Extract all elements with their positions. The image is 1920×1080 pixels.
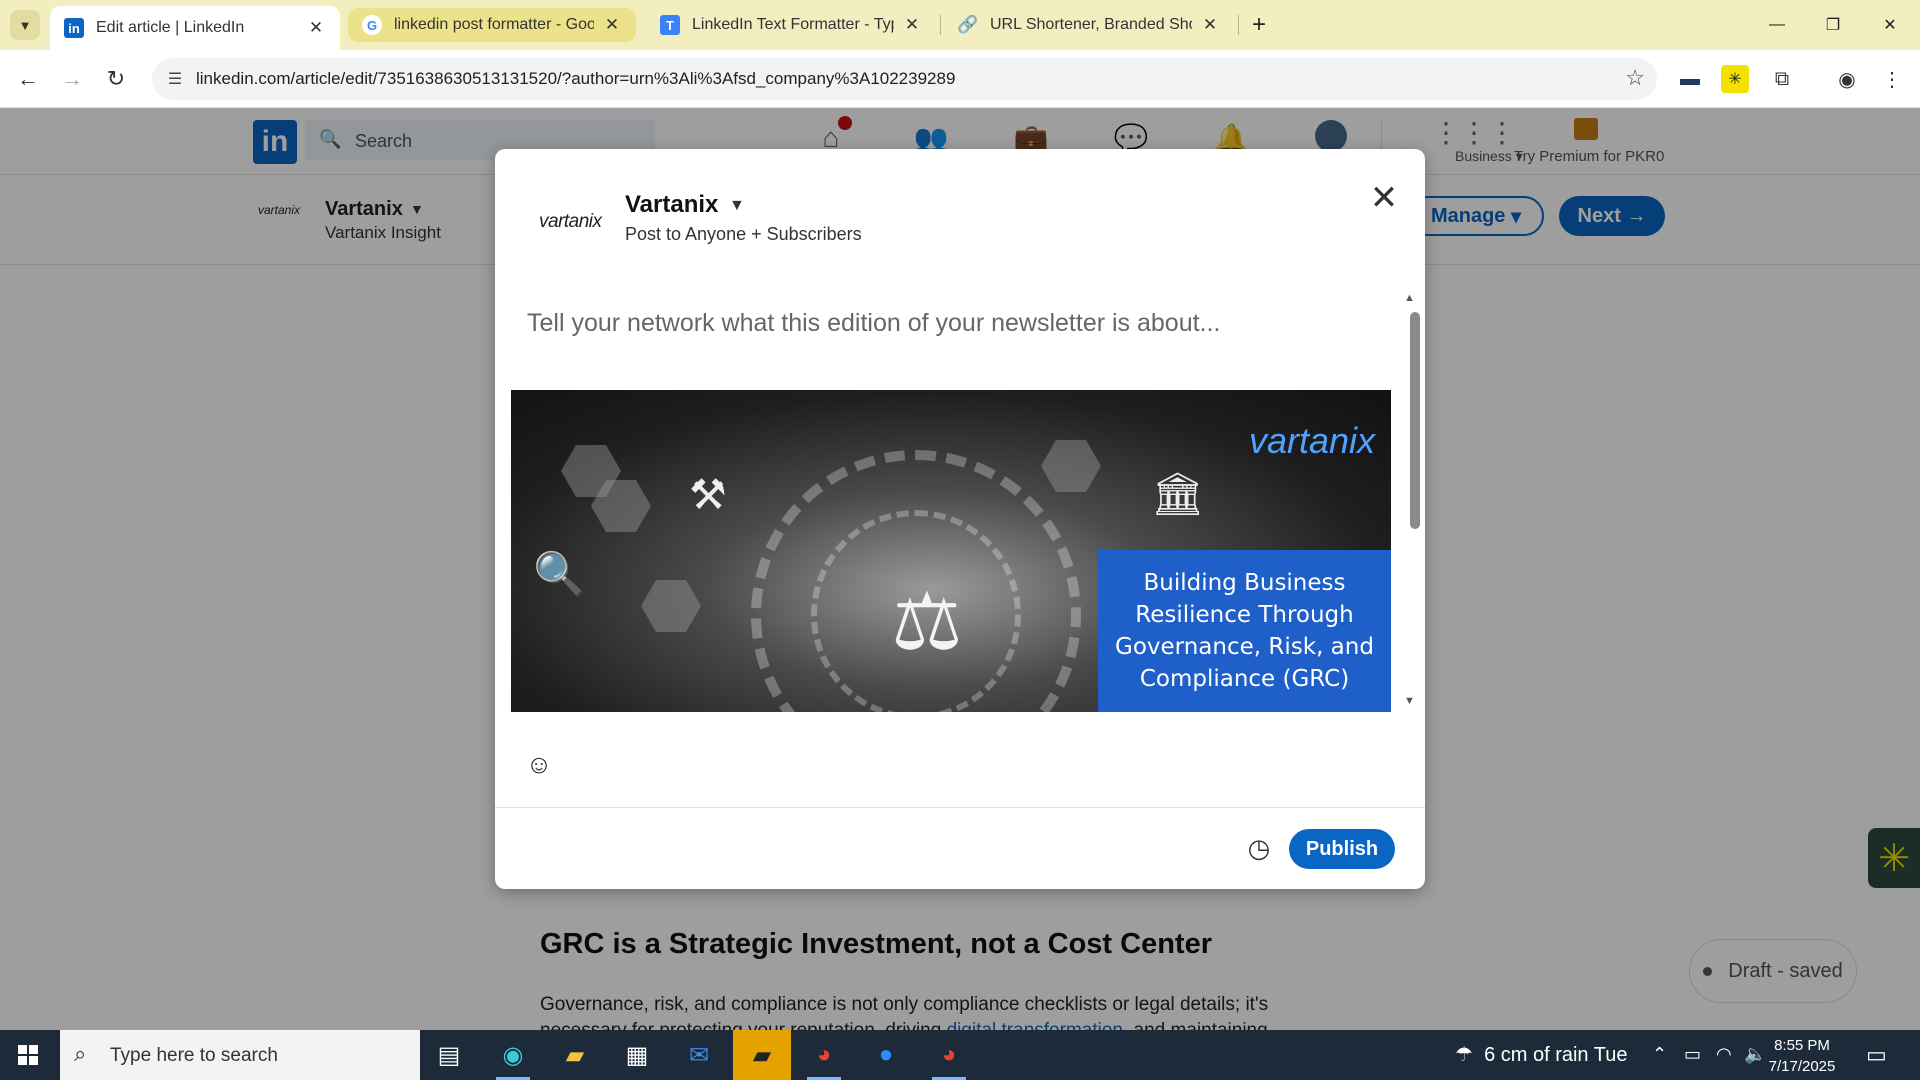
clock-time: 8:55 PM <box>1774 1037 1830 1054</box>
reload-button[interactable]: ↻ <box>100 63 132 95</box>
tab-edit-article[interactable]: in Edit article | LinkedIn ✕ <box>50 6 340 50</box>
caret-down-icon[interactable]: ▼ <box>729 197 745 215</box>
tab-title: URL Shortener, Branded Short Links <box>990 16 1192 33</box>
file-explorer-icon[interactable]: ▰ <box>546 1030 604 1080</box>
publish-button[interactable]: Publish <box>1289 829 1395 869</box>
gavel-icon: ⚒ <box>689 471 727 518</box>
company-logo: vartanix <box>539 211 602 233</box>
battery-icon[interactable]: ▭ <box>1684 1044 1701 1065</box>
windows-logo-icon <box>18 1045 38 1065</box>
tab-typegrow[interactable]: T LinkedIn Text Formatter - Typegrow ✕ <box>646 6 936 44</box>
linkedin-favicon-icon: in <box>64 18 84 38</box>
extension-asterisk-icon[interactable]: ✳ <box>1721 65 1749 93</box>
banner-hexagon <box>1041 440 1101 492</box>
emoji-picker-button[interactable]: ☺ <box>524 749 554 779</box>
plus-icon: + <box>1251 11 1266 38</box>
tab-search-button[interactable]: ▼ <box>10 10 40 40</box>
menu-kebab-icon[interactable]: ⋮ <box>1878 65 1906 93</box>
new-tab-button[interactable]: + <box>1244 10 1274 40</box>
link-favicon-icon: 🔗 <box>957 15 979 34</box>
banner-title-box: Building Business Resilience Through Gov… <box>1098 550 1391 712</box>
share-post-modal: vartanix Vartanix ▼ Post to Anyone + Sub… <box>495 149 1425 889</box>
wifi-icon[interactable]: ◠ <box>1716 1044 1732 1065</box>
forward-button[interactable]: → <box>56 63 88 95</box>
banner-logo-text: vartanix <box>1249 420 1376 461</box>
close-tab-icon[interactable]: ✕ <box>306 18 326 38</box>
umbrella-rain-icon: ☂ <box>1455 1044 1473 1066</box>
minimize-icon: — <box>1769 16 1785 33</box>
close-modal-button[interactable]: ✕ <box>1361 175 1407 221</box>
reload-icon: ↻ <box>106 66 126 91</box>
start-button[interactable] <box>0 1030 56 1080</box>
notification-center-icon[interactable]: ▭ <box>1866 1042 1887 1068</box>
tab-title: LinkedIn Text Formatter - Typegrow <box>692 16 894 33</box>
clock-date: 7/17/2025 <box>1768 1058 1836 1075</box>
document-search-icon: 🔍 <box>533 550 586 597</box>
windows-taskbar: ⌕ Type here to search ▤ ◉ ▰ ▦ ✉ ▰ ◕ ● ◕ … <box>0 1030 1920 1080</box>
bank-building-icon: 🏛 <box>1151 470 1205 517</box>
close-icon: ✕ <box>1369 179 1399 217</box>
tab-url-shortener[interactable]: 🔗 URL Shortener, Branded Short Links ✕ <box>944 6 1234 44</box>
close-window-button[interactable]: ✕ <box>1865 8 1915 42</box>
close-icon: ✕ <box>1883 17 1897 34</box>
banner-title: Building Business Resilience Through Gov… <box>1115 570 1374 692</box>
tab-google-search[interactable]: G linkedin post formatter - Google ✕ <box>348 8 636 42</box>
microsoft-store-icon[interactable]: ▦ <box>608 1030 666 1080</box>
logo-text: vartanix <box>539 211 602 232</box>
tab-title: Edit article | LinkedIn <box>96 19 245 36</box>
profile-icon[interactable]: ◉ <box>1833 65 1861 93</box>
tab-separator <box>1238 15 1239 35</box>
arrow-left-icon: ← <box>17 66 39 91</box>
scales-of-justice-icon: ⚖ <box>891 577 963 666</box>
newsletter-banner-image: ⚒ 🔍 🏛 ⚖ vartanix Building Business Resil… <box>511 390 1391 712</box>
smiley-icon: ☺ <box>525 748 553 779</box>
zoom-icon[interactable]: ● <box>857 1030 915 1080</box>
site-info-icon[interactable]: ☰ <box>162 66 188 92</box>
google-favicon-icon: G <box>362 15 382 35</box>
search-icon: ⌕ <box>74 1041 87 1066</box>
address-bar[interactable]: ☰ linkedin.com/article/edit/735163863051… <box>152 58 1657 100</box>
chevron-up-icon[interactable]: ⌃ <box>1652 1044 1667 1065</box>
author-name[interactable]: Vartanix <box>625 191 718 219</box>
tab-separator <box>940 15 941 35</box>
arrow-right-icon: → <box>61 66 83 91</box>
bookmark-star-icon[interactable]: ☆ <box>1625 65 1645 91</box>
extensions-puzzle-icon[interactable]: ⧉ <box>1768 65 1796 93</box>
weather-text: 6 cm of rain Tue <box>1484 1044 1628 1066</box>
url-text[interactable]: linkedin.com/article/edit/73516386305131… <box>196 69 955 89</box>
edge-browser-icon[interactable]: ◉ <box>484 1030 542 1080</box>
banner-hexagon <box>641 580 701 632</box>
browser-tabstrip: ▼ in Edit article | LinkedIn ✕ G linkedi… <box>0 0 1920 50</box>
taskbar-search-placeholder: Type here to search <box>110 1045 278 1066</box>
weather-widget[interactable]: ☂ 6 cm of rain Tue <box>1455 1042 1627 1067</box>
close-tab-icon[interactable]: ✕ <box>602 15 622 35</box>
scrollbar-thumb[interactable] <box>1410 312 1420 529</box>
system-clock[interactable]: 8:55 PM 7/17/2025 <box>1760 1035 1844 1077</box>
extension-wallet-icon[interactable]: ▬ <box>1676 65 1704 93</box>
sticky-notes-icon[interactable]: ▰ <box>733 1030 791 1080</box>
audience-selector[interactable]: Post to Anyone + Subscribers <box>625 224 862 245</box>
tab-title: linkedin post formatter - Google <box>394 16 594 33</box>
restore-button[interactable]: ❐ <box>1808 8 1858 42</box>
post-text-input[interactable]: Tell your network what this edition of y… <box>527 309 1220 338</box>
divider <box>495 807 1425 808</box>
mail-icon[interactable]: ✉ <box>670 1030 728 1080</box>
banner-logo: vartanix <box>1249 420 1375 462</box>
restore-icon: ❐ <box>1825 17 1841 34</box>
taskbar-search-input[interactable]: ⌕ Type here to search <box>60 1030 420 1080</box>
close-tab-icon[interactable]: ✕ <box>902 15 922 35</box>
scroll-up-arrow-icon[interactable]: ▲ <box>1404 292 1415 304</box>
task-view-icon[interactable]: ▤ <box>420 1030 478 1080</box>
chrome-profile-icon[interactable]: ◕ <box>920 1030 978 1080</box>
clock-icon: ◷ <box>1247 832 1271 863</box>
close-tab-icon[interactable]: ✕ <box>1200 15 1220 35</box>
schedule-clock-button[interactable]: ◷ <box>1243 832 1275 864</box>
minimize-button[interactable]: — <box>1752 8 1802 42</box>
chrome-icon[interactable]: ◕ <box>795 1030 853 1080</box>
typegrow-favicon-icon: T <box>660 15 680 35</box>
scroll-down-arrow-icon[interactable]: ▼ <box>1404 695 1415 707</box>
chevron-down-icon: ▼ <box>18 17 32 33</box>
back-button[interactable]: ← <box>12 63 44 95</box>
browser-toolbar: ← → ↻ ☰ linkedin.com/article/edit/735163… <box>0 50 1920 108</box>
